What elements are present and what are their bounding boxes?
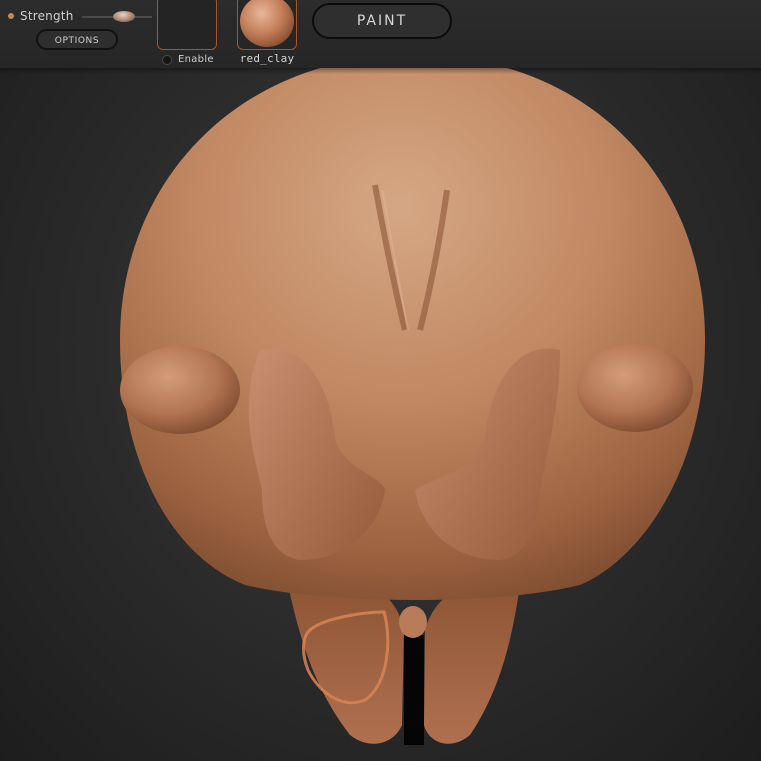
toggle-dot-icon[interactable]	[162, 54, 172, 65]
left-lobe	[120, 346, 240, 434]
lower-body	[288, 585, 520, 745]
right-lobe	[577, 344, 693, 432]
dot-icon	[8, 13, 14, 19]
strength-label: Strength	[20, 9, 74, 23]
head-sphere	[120, 55, 705, 600]
paint-button[interactable]: PAINT	[312, 3, 452, 39]
enable-label: Enable	[178, 54, 214, 65]
material-label: red_clay	[239, 52, 295, 65]
clay-sphere-icon	[240, 0, 294, 47]
options-button[interactable]: OPTIONS	[36, 29, 118, 50]
enable-toggle[interactable]: Enable	[162, 54, 214, 65]
material-slot[interactable]	[237, 0, 297, 50]
texture-slot[interactable]	[157, 0, 217, 50]
strength-control[interactable]: Strength	[8, 7, 74, 25]
slider-knob-icon[interactable]	[113, 11, 135, 22]
top-toolbar: Strength OPTIONS Enable red_clay PAINT	[0, 0, 761, 68]
sculpt-viewport[interactable]	[0, 0, 761, 761]
